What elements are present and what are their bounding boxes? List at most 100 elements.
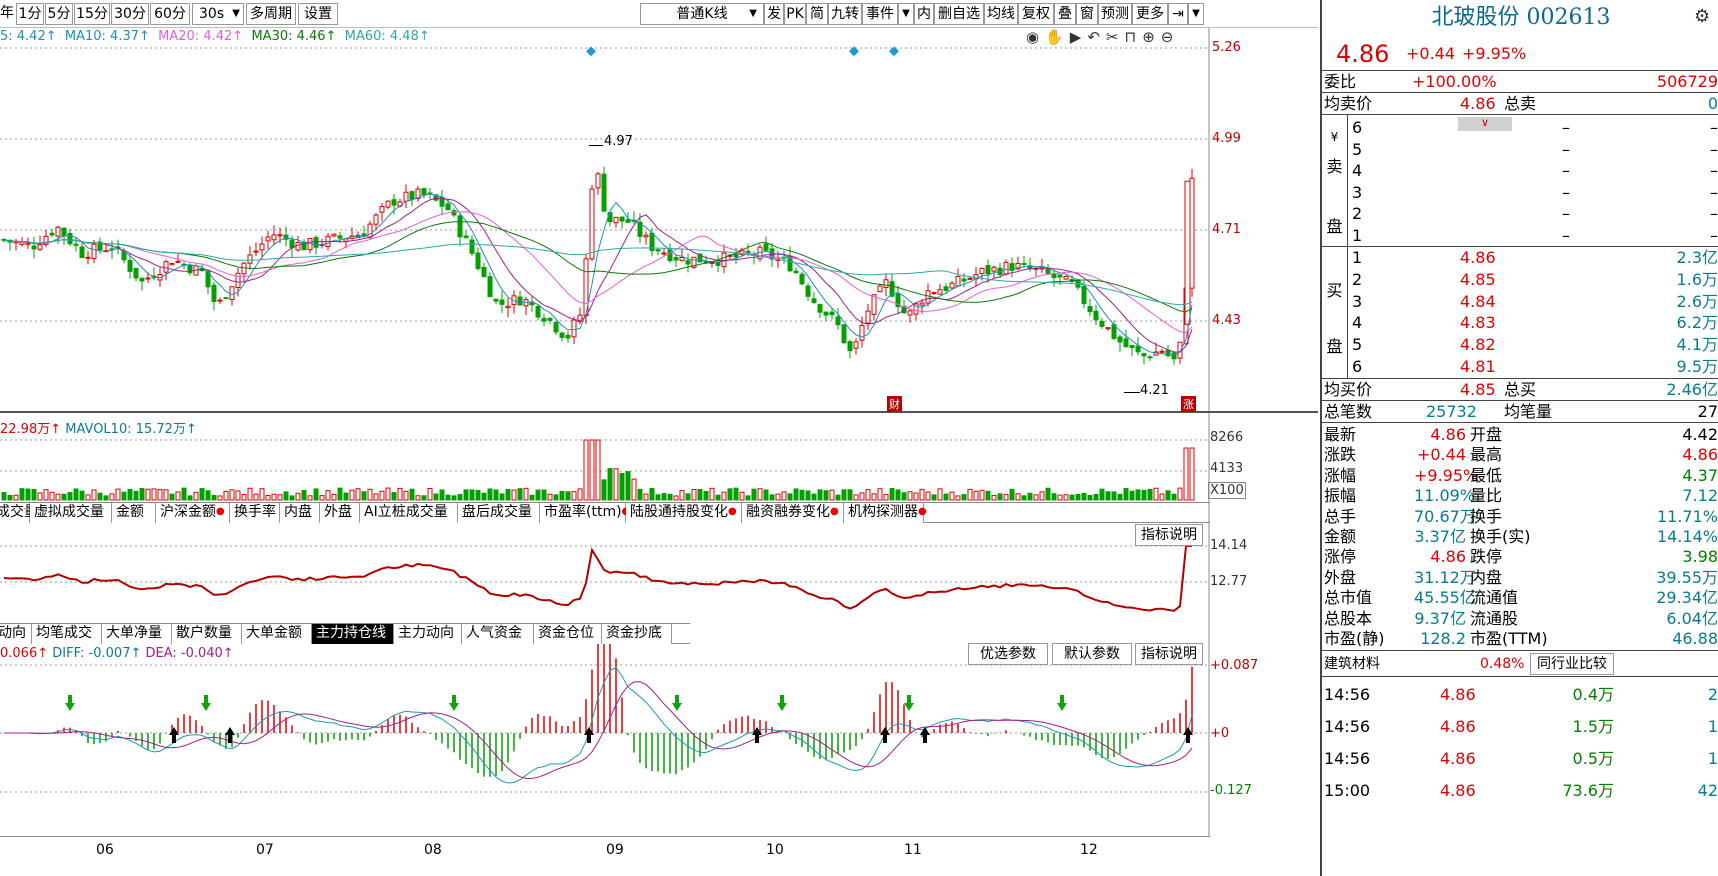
stat-value: 70.67万 <box>1414 506 1476 526</box>
buy-level-row[interactable]: 5 4.82 4.1万 <box>1322 334 1718 355</box>
default-params-button[interactable]: 默认参数 <box>1052 643 1132 665</box>
tab-0[interactable]: 成交量 <box>0 503 38 523</box>
buy-level-row[interactable]: 2 4.85 1.6万 <box>1322 269 1718 290</box>
tool-more[interactable]: 更多 <box>1132 3 1168 25</box>
tab2-8[interactable]: 资金仓位 <box>534 624 602 644</box>
settings-button[interactable]: 设置 <box>298 3 338 25</box>
tab-5[interactable]: 内盘 <box>280 503 320 523</box>
level-price: 4.86 <box>1460 248 1496 267</box>
sell-level-row[interactable]: 1 – – <box>1322 225 1718 246</box>
industry-compare-button[interactable]: 同行业比较 <box>1530 653 1614 675</box>
volume-bar <box>67 492 73 501</box>
macd-explain-button[interactable]: 指标说明 <box>1135 643 1203 665</box>
tool-nei[interactable]: 内 <box>914 3 934 25</box>
stat-label: 跌停 <box>1470 547 1503 567</box>
tab2-9[interactable]: 资金抄底 <box>602 624 672 644</box>
volume-bar <box>535 489 541 501</box>
candle <box>241 262 247 275</box>
x-axis-label: 10 <box>766 842 784 858</box>
candle <box>85 256 91 259</box>
buy-level-row[interactable]: 6 4.81 9.5万 <box>1322 356 1718 377</box>
candle <box>55 226 61 237</box>
tab2-2[interactable]: 大单净量 <box>102 624 172 644</box>
tab-2[interactable]: 金额 <box>112 503 156 523</box>
tool-pk[interactable]: PK <box>784 3 806 25</box>
sell-level-row[interactable]: 4 – – <box>1322 160 1718 181</box>
industry-name[interactable]: 建筑材料 <box>1324 651 1380 677</box>
limit-up-badge[interactable]: 涨 <box>1181 396 1196 412</box>
tab2-7[interactable]: 人气资金 <box>462 624 534 644</box>
candle <box>265 236 271 242</box>
tab-8[interactable]: 盘后成交量 <box>458 503 540 523</box>
event-dropdown-icon[interactable]: ▼ <box>898 3 914 25</box>
tool-window[interactable]: 窗 <box>1076 3 1098 25</box>
period-30min[interactable]: 30分 <box>111 3 149 25</box>
volume-bar <box>289 495 295 501</box>
sell-level-row[interactable]: 5 – – <box>1322 139 1718 160</box>
tab2-4[interactable]: 大单金额 <box>242 624 312 644</box>
indicator-explain-button[interactable]: 指标说明 <box>1135 524 1203 546</box>
volume-bar <box>475 489 481 501</box>
tool-jiuzhuan[interactable]: 九转 <box>828 3 862 25</box>
tab-7[interactable]: AI立桩成交量 <box>360 503 458 523</box>
period-5min[interactable]: 5分 <box>45 3 73 25</box>
volume-bar <box>1045 487 1051 501</box>
volume-bar <box>781 491 787 501</box>
optimal-params-button[interactable]: 优选参数 <box>968 643 1048 665</box>
financial-badge[interactable]: 财 <box>887 396 902 412</box>
sell-level-row[interactable]: 2 – – <box>1322 203 1718 224</box>
tool-jian[interactable]: 简 <box>806 3 828 25</box>
tool-overlay[interactable]: 叠 <box>1054 3 1076 25</box>
tab2-0[interactable]: 动向 <box>0 624 32 644</box>
period-30s-dropdown[interactable]: 30s ▼ <box>192 3 244 25</box>
stat-label: 开盘 <box>1470 425 1503 444</box>
tab2-3[interactable]: 散户数量 <box>172 624 242 644</box>
volume-bar <box>691 489 697 501</box>
sell-level-row[interactable]: 6 – – <box>1322 117 1718 138</box>
tab-11[interactable]: 融资融券变化● <box>742 503 844 523</box>
period-year[interactable]: 年 <box>0 3 14 25</box>
tool-forecast[interactable]: 预测 <box>1098 3 1132 25</box>
multi-period-button[interactable]: 多周期 <box>246 3 296 25</box>
period-15min[interactable]: 15分 <box>74 3 110 25</box>
candle <box>517 296 523 306</box>
tab-9[interactable]: 市盈率(ttm)● <box>540 503 630 523</box>
tab-6[interactable]: 外盘 <box>320 503 360 523</box>
more-dropdown-icon[interactable]: ▼ <box>1188 3 1204 25</box>
volume-bar <box>1009 488 1015 501</box>
tab-10[interactable]: 陆股通持股变化● <box>626 503 742 523</box>
tool-ma[interactable]: 均线 <box>984 3 1018 25</box>
tool-fuquan[interactable]: 复权 <box>1018 3 1054 25</box>
tool-event[interactable]: 事件 <box>862 3 898 25</box>
tool-delete-watchlist[interactable]: 删自选 <box>934 3 984 25</box>
stat-value: +9.95% <box>1414 465 1479 485</box>
kline-type-select[interactable]: 普通K线 ▼ <box>640 3 764 25</box>
period-1min[interactable]: 1分 <box>16 3 44 25</box>
buy-level-row[interactable]: 1 4.86 2.3亿 <box>1322 247 1718 268</box>
volume-bar <box>157 489 163 501</box>
tab2-1[interactable]: 均笔成交 <box>32 624 102 644</box>
collapse-panel-icon[interactable]: ⇥ <box>1168 3 1188 25</box>
tab2-5[interactable]: 主力持仓线 <box>312 624 394 644</box>
candle <box>1087 306 1093 313</box>
buy-level-row[interactable]: 4 4.83 6.2万 <box>1322 312 1718 333</box>
sell-level-row[interactable]: 3 – – <box>1322 182 1718 203</box>
tab-1[interactable]: 虚拟成交量 <box>30 503 112 523</box>
volume-bar <box>733 487 739 501</box>
total-buy-label: 总买 <box>1504 380 1537 399</box>
gear-icon[interactable]: ⚙ <box>1694 6 1710 27</box>
period-60min[interactable]: 60分 <box>150 3 190 25</box>
tool-fa[interactable]: 发 <box>764 3 784 25</box>
tab2-6[interactable]: 主力动向 <box>394 624 462 644</box>
volume-bar <box>1063 494 1069 501</box>
stat-label: 流通股 <box>1470 608 1519 628</box>
stat-value: 45.55亿 <box>1414 588 1476 608</box>
tab-12[interactable]: 机构探测器● <box>844 503 927 523</box>
tab-3[interactable]: 沪深金额● <box>156 503 230 523</box>
volume-bar <box>1111 491 1117 501</box>
candle <box>1147 356 1153 359</box>
tab-4[interactable]: 换手率 <box>230 503 280 523</box>
buy-level-row[interactable]: 3 4.84 2.6万 <box>1322 291 1718 312</box>
volume-bar <box>31 488 37 501</box>
level-price: 4.81 <box>1460 357 1496 376</box>
